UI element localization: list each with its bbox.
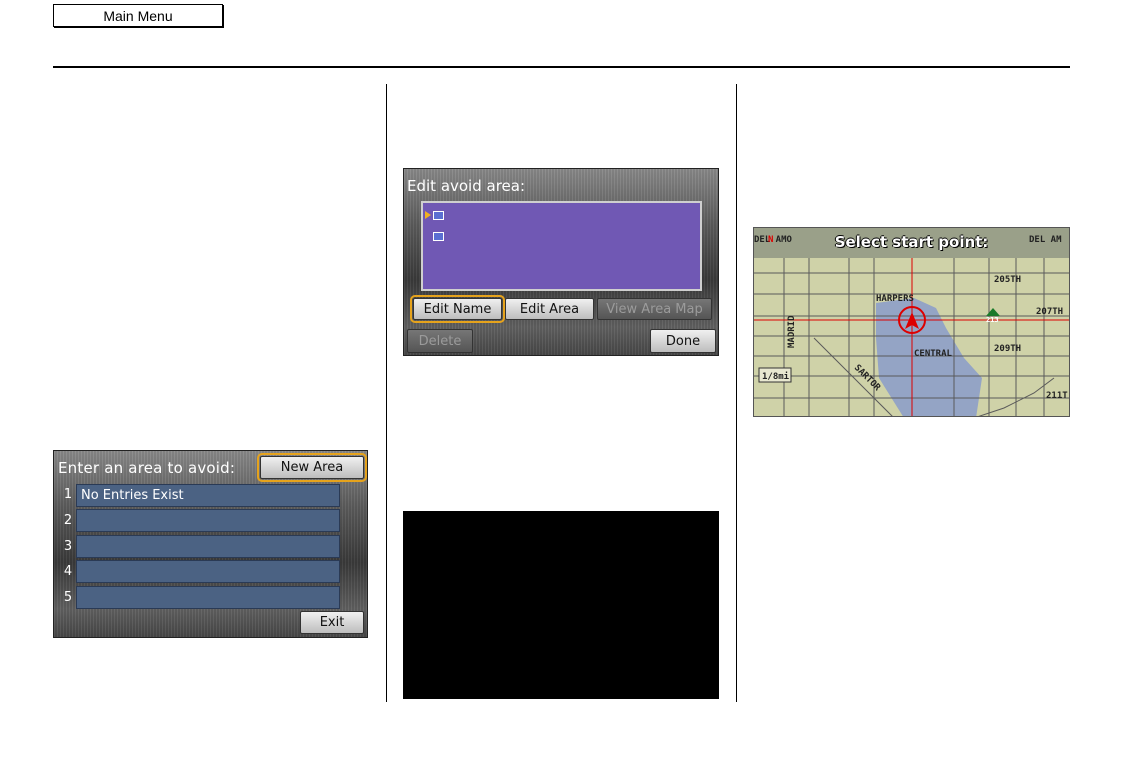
row-number: 2 (63, 513, 73, 528)
delete-button[interactable]: Delete (407, 329, 473, 353)
list-item[interactable] (76, 535, 340, 558)
route-label: 213 (986, 316, 999, 324)
screen-title: Edit avoid area: (407, 177, 526, 195)
new-area-button[interactable]: New Area (257, 453, 367, 482)
map-screen[interactable]: 213 DEL AMO DEL AM HARPERS CENTRAL 205TH… (753, 227, 1070, 417)
header-rule (53, 66, 1070, 68)
street-label: 211T (1046, 391, 1068, 401)
edit-avoid-area-screen: Edit avoid area: Edit Name Edit Area Vie… (403, 168, 719, 356)
column-divider-2 (736, 84, 737, 702)
row-number: 5 (63, 590, 73, 605)
row-number: 1 (63, 487, 73, 502)
main-menu-button[interactable]: Main Menu (53, 4, 223, 27)
screen-title: Enter an area to avoid: (58, 459, 236, 477)
column-divider-1 (386, 84, 387, 702)
street-label: HARPERS (876, 294, 914, 304)
map-canvas[interactable]: 213 DEL AMO DEL AM HARPERS CENTRAL 205TH… (754, 228, 1070, 417)
avoid-area-list-screen: Enter an area to avoid: New Area 1 No En… (53, 450, 368, 638)
street-label: 207TH (1036, 307, 1063, 317)
street-label: CENTRAL (914, 349, 953, 359)
list-item[interactable]: No Entries Exist (76, 484, 340, 507)
exit-button[interactable]: Exit (300, 611, 364, 634)
list-item[interactable] (76, 509, 340, 532)
done-button[interactable]: Done (650, 329, 716, 353)
area-size-icon[interactable] (433, 232, 444, 241)
edit-area-button[interactable]: Edit Area (505, 298, 594, 320)
area-detail-list (421, 201, 702, 291)
row-number: 3 (63, 539, 73, 554)
map-scale[interactable]: 1/8mi (762, 371, 790, 382)
list-item[interactable] (76, 560, 340, 583)
cursor-arrow-icon (425, 211, 431, 219)
street-label: MADRID (787, 315, 797, 348)
name-icon[interactable] (433, 211, 444, 220)
row-number: 4 (63, 564, 73, 579)
edit-name-button[interactable]: Edit Name (410, 295, 505, 323)
blank-screen (403, 511, 719, 699)
view-area-map-button[interactable]: View Area Map (597, 298, 712, 320)
map-title: Select start point: (834, 233, 989, 251)
list-item[interactable] (76, 586, 340, 609)
street-label: 205TH (994, 275, 1021, 285)
street-label: 209TH (994, 344, 1021, 354)
